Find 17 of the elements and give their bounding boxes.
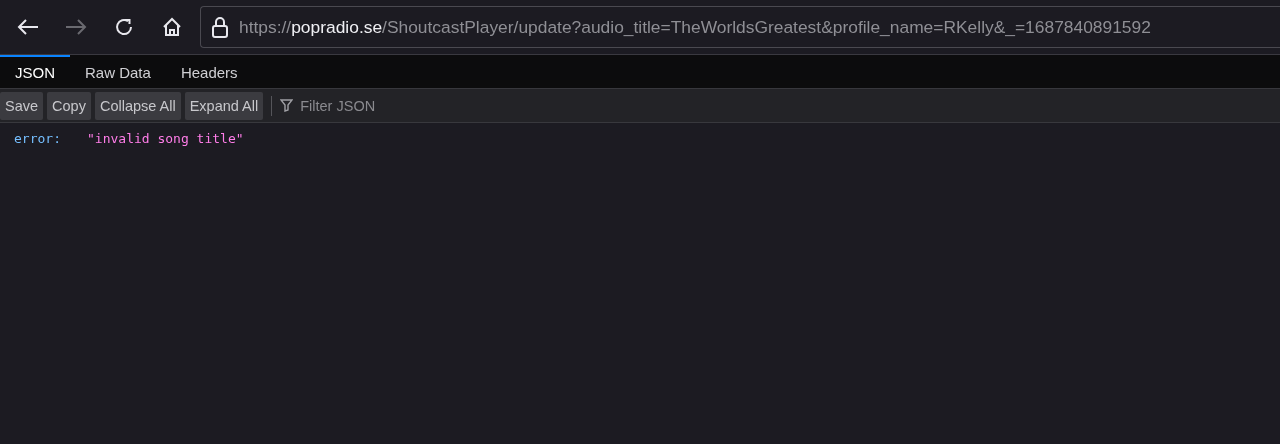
forward-icon [65,18,87,36]
home-icon [162,17,182,37]
reload-icon [114,17,134,37]
json-value: "invalid song title" [87,130,244,146]
filter-icon [280,99,294,112]
filter-field[interactable]: Filter JSON [298,96,503,115]
address-field[interactable]: https://popradio.se/ShoutcastPlayer/update?audio_title=TheWorldsGreatest&profile_name=RKelly&_=1687840891592 [200,6,1280,48]
toolbar-button[interactable]: Copy [47,91,91,120]
toolbar-button[interactable]: Collapse All [94,91,181,120]
toolbar-button[interactable]: Expand All [184,91,264,120]
back-icon [17,18,39,36]
tab[interactable]: Raw Data [70,55,166,88]
lock-icon [211,16,229,38]
tab[interactable]: Headers [165,55,253,88]
json-key: error: [14,130,87,146]
toolbar-button[interactable]: Save [0,91,44,120]
url-text: https://popradio.se/ShoutcastPlayer/update?audio_title=TheWorldsGreatest&profile_name=RKelly&_=1687840891592 [239,16,1151,38]
